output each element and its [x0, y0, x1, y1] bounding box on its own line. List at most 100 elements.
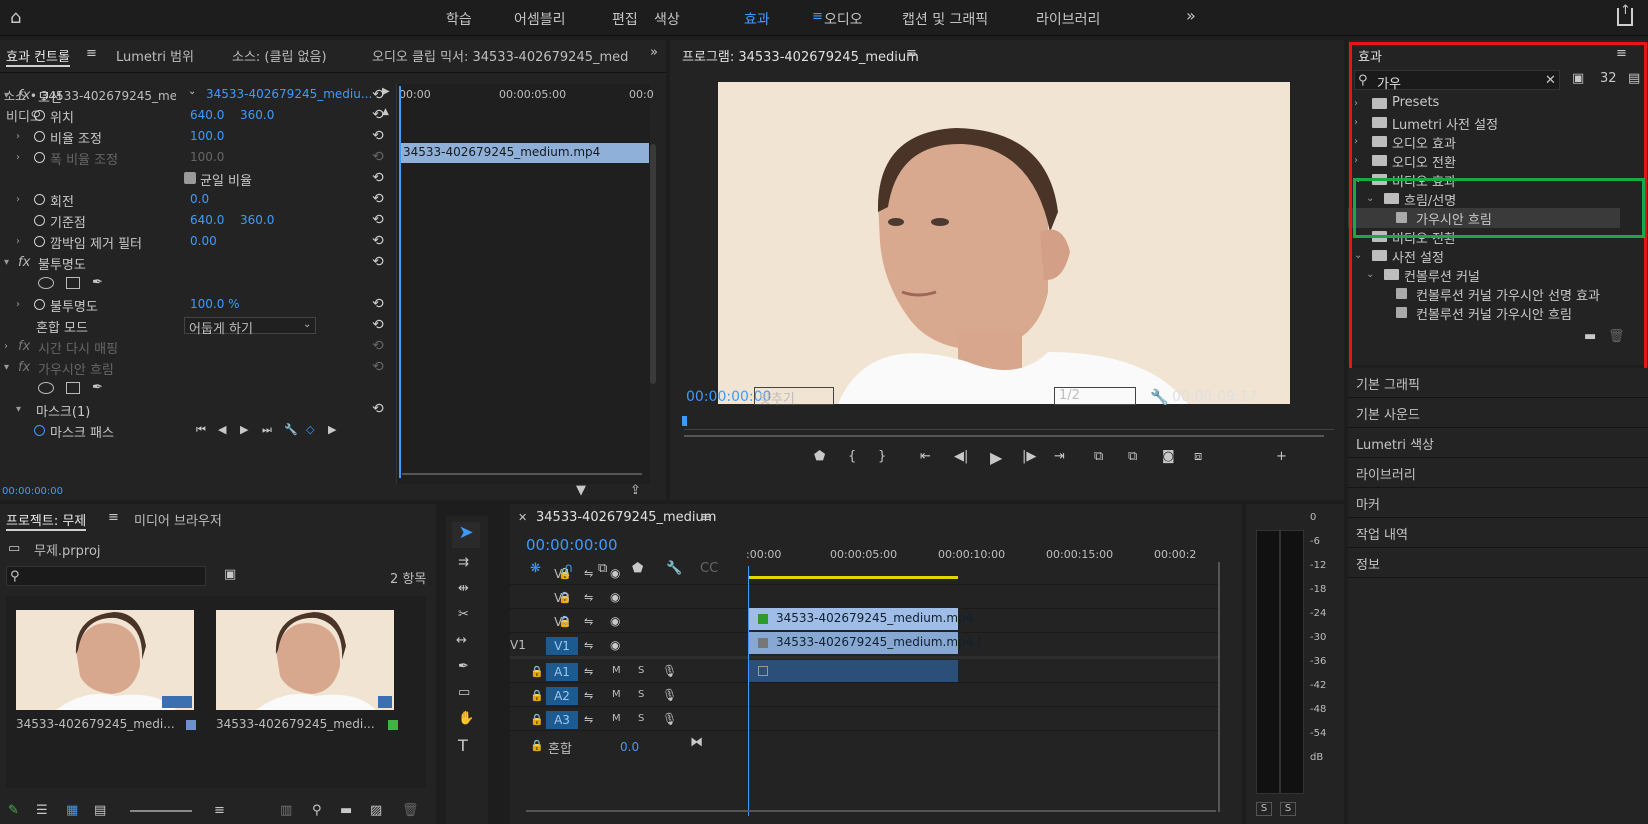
type-tool[interactable]: T — [458, 738, 468, 754]
track-label-v3[interactable]: V3 — [546, 589, 578, 607]
pen-mask-icon[interactable]: ✒ — [92, 381, 103, 394]
mix-end-icon[interactable]: ⧓ — [690, 736, 703, 749]
eye-icon[interactable]: ◉ — [610, 639, 620, 651]
delete-icon[interactable]: 🗑 — [402, 804, 419, 817]
mute-button[interactable]: M — [612, 665, 621, 676]
list-view-icon[interactable]: ☰ — [36, 804, 48, 817]
stopwatch-icon[interactable] — [34, 131, 45, 142]
sync-lock-icon[interactable]: ⇋ — [584, 640, 593, 651]
reset-icon[interactable]: ⟲ — [372, 128, 384, 144]
reset-icon[interactable]: ⟲ — [372, 212, 384, 228]
slip-tool[interactable]: ↔ — [456, 634, 467, 647]
step-forward-icon[interactable]: |▶ — [1022, 450, 1036, 463]
workspace-tab[interactable]: 어셈블리 — [514, 9, 566, 29]
hand-tool[interactable]: ✋ — [458, 712, 474, 725]
value-1[interactable]: 100.0 % — [190, 297, 240, 311]
lift-icon[interactable]: ⧉ — [1094, 450, 1103, 463]
clip-a1[interactable] — [748, 660, 958, 682]
program-zoom-bar[interactable] — [684, 435, 1324, 437]
mask-track-control-icon[interactable]: ◀ — [218, 424, 226, 435]
sync-lock-icon[interactable]: ⇋ — [584, 592, 593, 603]
solo-left-button[interactable]: S — [1256, 802, 1272, 816]
panel-menu-icon[interactable]: ≡ — [700, 511, 711, 524]
mark-out-icon[interactable]: } — [878, 450, 886, 463]
track-label-a1[interactable]: A1 — [546, 663, 578, 681]
search-icon[interactable]: ⚲ — [312, 804, 322, 817]
sequence-tab[interactable]: 34533-402679245_medium — [536, 510, 716, 525]
expand-icon[interactable]: › — [16, 236, 20, 247]
microphone-icon[interactable]: 🎙 — [662, 713, 677, 725]
mini-scrollbar[interactable] — [650, 144, 656, 384]
reset-icon[interactable]: ⟲ — [372, 254, 384, 270]
program-timebar[interactable] — [684, 416, 1334, 430]
microphone-icon[interactable]: 🎙 — [662, 665, 677, 677]
workspace-tab[interactable]: 색상 — [654, 9, 680, 29]
add-button-icon[interactable]: + — [1276, 450, 1287, 463]
mini-zoom-bar[interactable] — [402, 473, 642, 475]
zoom-slider[interactable] — [130, 810, 192, 812]
pen-tool[interactable]: ✒ — [458, 660, 469, 673]
checkbox[interactable] — [184, 172, 196, 184]
close-icon[interactable]: ✕ — [518, 512, 527, 523]
stopwatch-icon[interactable] — [34, 425, 45, 436]
eye-icon[interactable]: ◉ — [610, 591, 620, 603]
value-1[interactable]: 100.0 — [190, 150, 224, 164]
find-icon[interactable]: ▣ — [224, 568, 236, 581]
rect-mask-icon[interactable] — [66, 382, 80, 394]
solo-button[interactable]: S — [638, 665, 644, 676]
mask-track-control-icon[interactable]: ◇ — [306, 424, 314, 435]
tab-effect-controls[interactable]: 효과 컨트롤 — [6, 46, 70, 67]
project-search-input[interactable]: ⚲ — [6, 566, 206, 586]
sync-lock-icon[interactable]: ⇋ — [584, 616, 593, 627]
expand-icon[interactable]: ▾ — [4, 90, 9, 101]
ellipse-mask-icon[interactable] — [38, 277, 54, 289]
expand-icon[interactable]: › — [4, 341, 8, 352]
solo-button[interactable]: S — [638, 713, 644, 724]
extract-icon[interactable]: ⧉ — [1128, 450, 1137, 463]
value-1[interactable]: 640.0 — [190, 108, 224, 122]
track-select-tool[interactable]: ⇉ — [458, 556, 469, 569]
timeline-zoom-bar[interactable] — [526, 810, 1216, 812]
value-1[interactable]: 100.0 — [190, 129, 224, 143]
add-marker-icon[interactable]: ⬟ — [814, 450, 825, 463]
mute-button[interactable]: M — [612, 713, 621, 724]
export-frame-icon[interactable]: ◙ — [1162, 450, 1175, 463]
compare-icon[interactable]: ⧈ — [1194, 450, 1202, 463]
ec-timecode[interactable]: 00:00:00:00 — [2, 486, 63, 497]
project-item-name[interactable]: 34533-402679245_medi... — [216, 717, 375, 731]
go-to-out-icon[interactable]: ⇥ — [1054, 450, 1065, 463]
eye-icon[interactable]: ◉ — [610, 615, 620, 627]
chevron-more-icon[interactable]: » — [1186, 8, 1196, 24]
sync-lock-icon[interactable]: ⇋ — [584, 568, 593, 579]
panel-menu-icon[interactable]: ≡ — [108, 511, 119, 524]
home-icon[interactable]: ⌂ — [10, 9, 21, 27]
reset-icon[interactable]: ⟲ — [372, 87, 384, 103]
project-item-name[interactable]: 34533-402679245_medi... — [16, 717, 175, 731]
resolution-select[interactable]: 1/2 — [1054, 387, 1136, 405]
label-color-swatch[interactable] — [186, 720, 196, 730]
program-playhead[interactable] — [682, 416, 687, 426]
project-item-thumb[interactable] — [16, 610, 194, 710]
tab-lumetri-scopes[interactable]: Lumetri 범위 — [116, 46, 194, 65]
reset-icon[interactable]: ⟲ — [372, 401, 384, 417]
right-panel-tab[interactable]: 기본 그래픽 — [1348, 368, 1648, 398]
ripple-edit-tool[interactable]: ⇹ — [458, 582, 469, 595]
vertical-scrollbar[interactable] — [1218, 562, 1220, 812]
expand-icon[interactable]: › — [16, 194, 20, 205]
fit-select[interactable]: 맞추기 — [754, 387, 834, 407]
source-patch-v1[interactable]: V1 — [510, 638, 526, 652]
sort-icon[interactable]: ≡ — [214, 804, 225, 817]
razor-tool[interactable]: ✂ — [458, 608, 469, 621]
wrench-icon[interactable]: 🔧 — [1150, 390, 1169, 405]
stopwatch-icon[interactable] — [34, 194, 45, 205]
mask-track-control-icon[interactable]: ▶ — [328, 424, 336, 435]
panel-menu-icon[interactable]: ≡ — [86, 47, 97, 60]
stopwatch-icon[interactable] — [34, 152, 45, 163]
reset-icon[interactable]: ⟲ — [372, 107, 384, 123]
track-label-v1[interactable]: V1 — [546, 637, 578, 655]
workspace-tab[interactable]: 편집 — [612, 9, 638, 29]
lock-icon[interactable]: 🔒 — [530, 740, 544, 751]
stopwatch-icon[interactable] — [34, 215, 45, 226]
mask-track-control-icon[interactable]: ⏭ — [262, 424, 272, 435]
reset-icon[interactable]: ⟲ — [372, 233, 384, 249]
